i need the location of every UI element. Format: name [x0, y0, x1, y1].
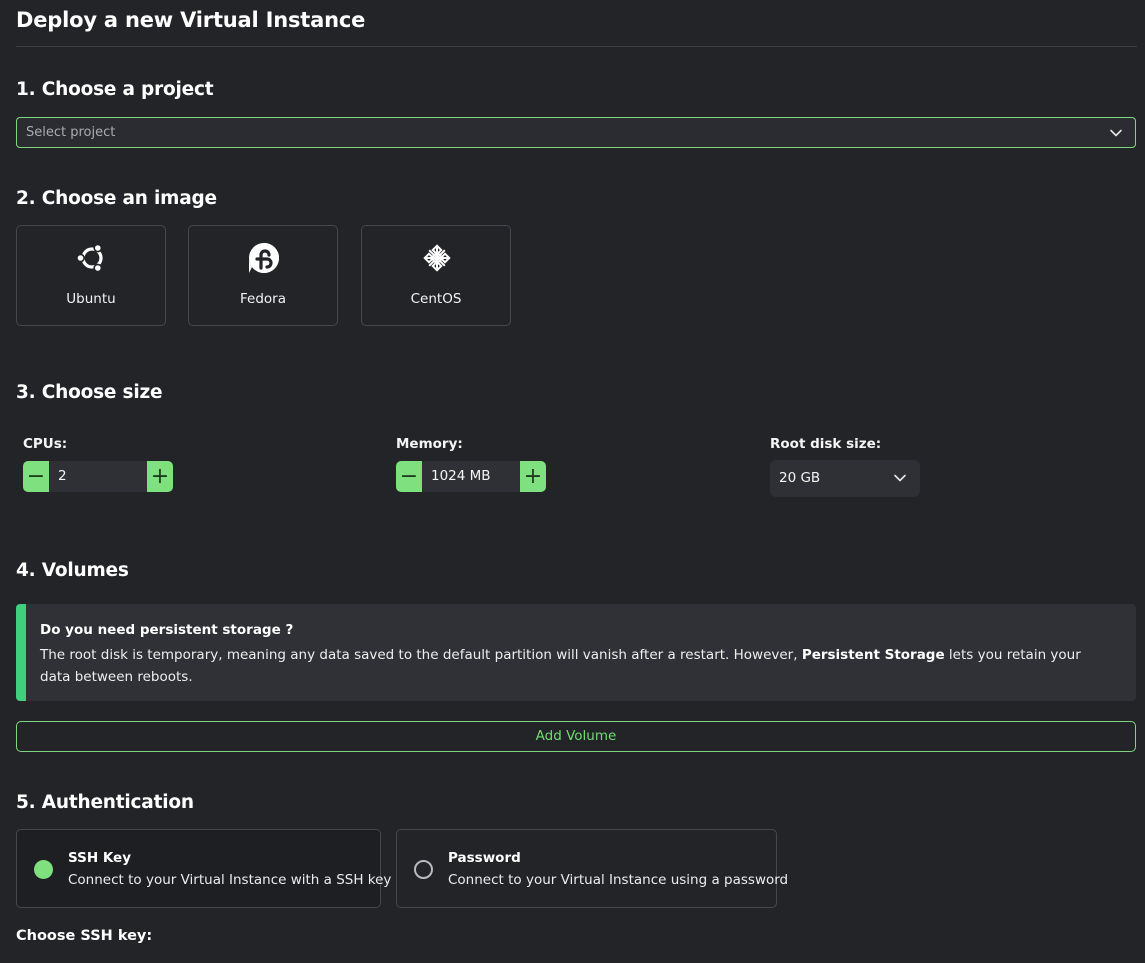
auth-option-title: SSH Key — [68, 850, 132, 866]
section-heading-image: 2. Choose an image — [16, 188, 217, 209]
root-disk-value: 20 GB — [779, 470, 821, 486]
persistent-storage-notice: Do you need persistent storage ? The roo… — [16, 604, 1136, 701]
fedora-icon — [249, 243, 279, 273]
auth-option-description: Connect to your Virtual Instance using a… — [448, 872, 789, 888]
chevron-down-icon — [894, 474, 906, 482]
notice-accent-bar — [16, 604, 26, 701]
cpus-increment-button[interactable]: + — [147, 461, 173, 492]
memory-value[interactable]: 1024 MB — [422, 461, 520, 492]
memory-label: Memory: — [396, 436, 463, 452]
auth-option-title: Password — [448, 850, 521, 866]
notice-body-emphasis: Persistent Storage — [801, 647, 945, 663]
memory-decrement-button[interactable]: − — [396, 461, 422, 492]
image-option-centos[interactable]: CentOS — [361, 225, 511, 326]
choose-ssh-key-label: Choose SSH key: — [16, 928, 153, 944]
section-heading-project: 1. Choose a project — [16, 79, 214, 100]
auth-option-description: Connect to your Virtual Instance with a … — [68, 872, 392, 888]
ubuntu-icon — [76, 243, 103, 273]
cpus-label: CPUs: — [23, 436, 68, 452]
add-volume-button[interactable]: Add Volume — [16, 721, 1136, 752]
image-option-label: CentOS — [410, 291, 462, 307]
image-option-ubuntu[interactable]: Ubuntu — [16, 225, 166, 326]
memory-stepper: − 1024 MB + — [396, 461, 546, 492]
project-select-placeholder: Select project — [26, 125, 116, 140]
cpus-stepper: − 2 + — [23, 461, 173, 492]
cpus-decrement-button[interactable]: − — [23, 461, 49, 492]
title-divider — [16, 46, 1137, 47]
image-option-label: Fedora — [240, 291, 286, 307]
image-option-label: Ubuntu — [66, 291, 116, 307]
radio-unselected-icon[interactable] — [414, 860, 433, 879]
centos-icon — [423, 244, 451, 272]
project-select[interactable]: Select project — [16, 117, 1136, 148]
root-disk-label: Root disk size: — [770, 436, 882, 452]
image-option-fedora[interactable]: Fedora — [188, 225, 338, 326]
radio-selected-icon[interactable] — [34, 860, 53, 879]
notice-title: Do you need persistent storage ? — [40, 622, 294, 638]
cpus-value[interactable]: 2 — [49, 461, 147, 492]
section-heading-size: 3. Choose size — [16, 382, 163, 403]
auth-option-ssh-key[interactable]: SSH Key Connect to your Virtual Instance… — [16, 829, 391, 908]
section-heading-authentication: 5. Authentication — [16, 792, 194, 813]
root-disk-select[interactable]: 20 GB — [770, 460, 920, 497]
memory-increment-button[interactable]: + — [520, 461, 546, 492]
auth-option-password[interactable]: Password Connect to your Virtual Instanc… — [396, 829, 788, 908]
page-title: Deploy a new Virtual Instance — [16, 8, 366, 32]
notice-body: The root disk is temporary, meaning any … — [40, 647, 1081, 685]
section-heading-volumes: 4. Volumes — [16, 560, 129, 581]
chevron-down-icon — [1110, 129, 1122, 137]
